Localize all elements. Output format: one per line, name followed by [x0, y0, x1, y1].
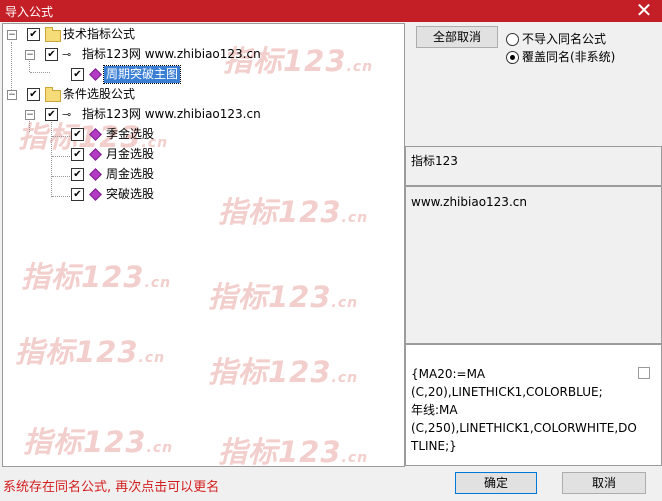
- formula-icon: [89, 68, 102, 81]
- tree-node-label: 周金选股: [106, 167, 155, 181]
- tree-node-zhibiao123-group[interactable]: − ✔ ⊸ 指标123网 www.zhibiao123.cn: [3, 106, 303, 123]
- code-line: (C,250),LINETHICK1,COLORWHITE,DO: [411, 421, 637, 435]
- no-import-same-label: 不导入同名公式: [522, 32, 607, 46]
- tree-node-label: 周期突破主图: [102, 65, 182, 84]
- watermark-logo: 指标123.cn: [218, 195, 369, 229]
- tree-node-month-gold[interactable]: ✔ 月金选股: [3, 146, 203, 163]
- watermark-logo: 指标123.cn: [21, 260, 172, 294]
- ok-button[interactable]: 确定: [455, 472, 537, 494]
- tree-node-stock-selection[interactable]: − ✔ 条件选股公式: [3, 86, 203, 103]
- collapse-icon[interactable]: −: [25, 110, 35, 120]
- code-line: {MA20:=MA: [411, 367, 486, 381]
- tree-node-label: 条件选股公式: [63, 87, 136, 101]
- formula-tree[interactable]: 指标123.cn 指标123.cn 指标123.cn 指标123.cn 指标12…: [2, 23, 405, 467]
- node-checkbox[interactable]: ✔: [27, 28, 40, 41]
- node-checkbox[interactable]: ✔: [71, 148, 84, 161]
- formula-description-panel: www.zhibiao123.cn: [405, 186, 662, 344]
- folder-icon: [45, 27, 61, 42]
- tree-node-cycle-breakout[interactable]: ✔ 周期突破主图: [3, 65, 203, 84]
- scroll-box-icon: [638, 367, 650, 379]
- watermark-logo: 指标123.cn: [23, 425, 174, 459]
- node-checkbox[interactable]: ✔: [71, 168, 84, 181]
- code-line: (C,20),LINETHICK1,COLORBLUE;: [411, 385, 603, 399]
- close-icon[interactable]: ✕: [626, 0, 662, 22]
- tree-node-week-gold[interactable]: ✔ 周金选股: [3, 166, 203, 183]
- tree-node-label: 指标123网 www.zhibiao123.cn: [82, 47, 261, 61]
- node-checkbox[interactable]: ✔: [45, 108, 58, 121]
- tree-node-breakout-select[interactable]: ✔ 突破选股: [3, 186, 203, 203]
- tree-node-label: 季金选股: [106, 127, 155, 141]
- node-checkbox[interactable]: ✔: [45, 48, 58, 61]
- formula-name: 指标123: [411, 154, 458, 168]
- watermark-logo: 指标123.cn: [208, 355, 359, 389]
- overwrite-same-label: 覆盖同名(非系统): [522, 50, 616, 64]
- watermark-logo: 指标123.cn: [208, 280, 359, 314]
- overwrite-same-radio[interactable]: [506, 51, 519, 64]
- tree-node-label: 技术指标公式: [63, 27, 136, 41]
- cancel-button[interactable]: 取消: [562, 472, 646, 494]
- tree-node-tech-indicators[interactable]: − ✔ 技术指标公式: [3, 26, 203, 43]
- node-checkbox[interactable]: ✔: [27, 88, 40, 101]
- formula-icon: [89, 148, 102, 161]
- tree-node-label: 突破选股: [106, 187, 155, 201]
- formula-code-panel[interactable]: {MA20:=MA (C,20),LINETHICK1,COLORBLUE; 年…: [405, 344, 662, 466]
- watermark-logo: 指标123.cn: [218, 435, 369, 467]
- collapse-icon[interactable]: −: [7, 30, 17, 40]
- folder-icon: [45, 87, 61, 102]
- node-checkbox[interactable]: ✔: [71, 188, 84, 201]
- formula-icon: [89, 188, 102, 201]
- title-bar: 导入公式 ✕: [0, 0, 662, 22]
- tree-node-zhibiao123-group[interactable]: − ✔ ⊸ 指标123网 www.zhibiao123.cn: [3, 46, 303, 63]
- tree-node-quarter-gold[interactable]: ✔ 季金选股: [3, 126, 203, 143]
- status-message: 系统存在同名公式, 再次点击可以更名: [3, 480, 220, 495]
- deselect-all-button[interactable]: 全部取消: [416, 26, 498, 48]
- formula-icon: [89, 168, 102, 181]
- node-checkbox[interactable]: ✔: [71, 68, 84, 81]
- formula-description: www.zhibiao123.cn: [411, 195, 527, 209]
- key-icon: ⊸: [62, 108, 72, 121]
- key-icon: ⊸: [62, 48, 72, 61]
- formula-icon: [89, 128, 102, 141]
- code-line: TLINE;}: [411, 439, 457, 453]
- window-title: 导入公式: [5, 5, 54, 19]
- collapse-icon[interactable]: −: [7, 90, 17, 100]
- code-line: 年线:MA: [411, 403, 458, 417]
- tree-node-label: 月金选股: [106, 147, 155, 161]
- watermark-logo: 指标123.cn: [15, 335, 166, 369]
- tree-node-label: 指标123网 www.zhibiao123.cn: [82, 107, 261, 121]
- node-checkbox[interactable]: ✔: [71, 128, 84, 141]
- formula-name-panel: 指标123: [405, 146, 662, 186]
- collapse-icon[interactable]: −: [25, 50, 35, 60]
- no-import-same-radio[interactable]: [506, 33, 519, 46]
